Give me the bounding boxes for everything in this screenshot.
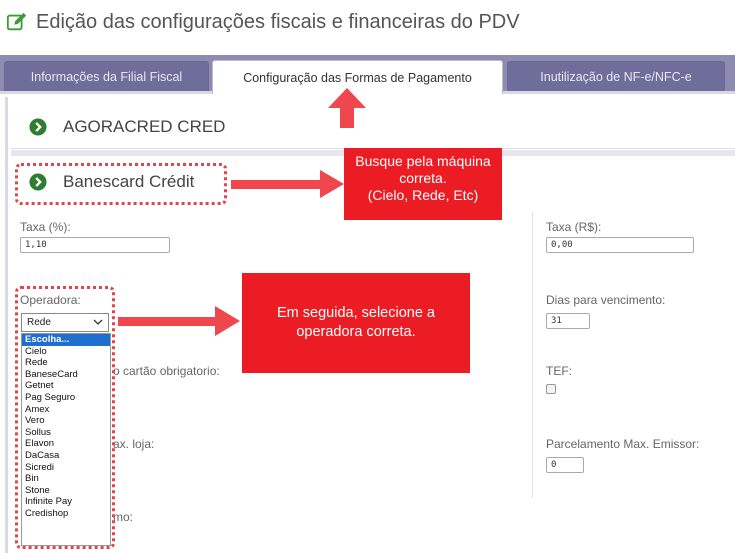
- section-agoracred[interactable]: AGORACRED CRED: [11, 105, 735, 149]
- callout-line: operadora correta.: [296, 324, 416, 340]
- callout-find-machine: Busque pela máquina correta. (Cielo, Red…: [344, 148, 502, 220]
- taxa-rs-label: Taxa (R$):: [546, 220, 602, 234]
- dias-vencimento-input[interactable]: 31: [546, 313, 590, 329]
- page-title: Edição das configurações fiscais e finan…: [36, 10, 520, 33]
- tab-label: Informações da Filial Fiscal: [30, 69, 183, 84]
- parcelamento-emissor-input[interactable]: 0: [546, 457, 584, 473]
- chevron-right-circle-icon: [29, 117, 47, 136]
- tef-label: TEF:: [546, 364, 572, 378]
- taxa-percent-input[interactable]: 1,10: [20, 237, 170, 253]
- taxa-rs-input[interactable]: 0,00: [546, 237, 694, 253]
- callout-line: correta.: [399, 170, 447, 186]
- cartao-obrigatorio-label: o cartão obrigatorio:: [113, 364, 220, 378]
- dias-vencimento-label: Dias para vencimento:: [546, 293, 666, 307]
- tab-formas-pagamento[interactable]: Configuração das Formas de Pagamento: [212, 60, 503, 94]
- page-header: Edição das configurações fiscais e finan…: [0, 0, 735, 44]
- callout-line: (Cielo, Rede, Etc): [367, 187, 479, 203]
- callout-select-operator: Em seguida, selecione a operadora corret…: [242, 273, 470, 373]
- callout-line: Busque pela máquina: [355, 153, 491, 169]
- parcelamento-loja-label: ax. loja:: [113, 437, 155, 451]
- taxa-percent-label: Taxa (%):: [20, 220, 71, 234]
- parcelamento-emissor-label: Parcelamento Max. Emissor:: [546, 437, 700, 451]
- section-label: AGORACRED CRED: [63, 116, 226, 136]
- highlight-operadora-box: [15, 286, 115, 549]
- tab-label: Configuração das Formas de Pagamento: [243, 70, 472, 85]
- tab-inutilizacao[interactable]: Inutilização de NF-e/NFC-e: [507, 61, 725, 91]
- truncated-field-label: mo:: [113, 510, 134, 524]
- column-divider: [532, 212, 533, 498]
- highlight-section-box: [15, 163, 227, 205]
- page: Edição das configurações fiscais e finan…: [0, 0, 735, 553]
- left-border: [5, 97, 8, 553]
- tef-checkbox[interactable]: [546, 384, 556, 394]
- callout-line: Em seguida, selecione a: [277, 305, 435, 321]
- tab-bar: Informações da Filial Fiscal Configuraçã…: [0, 55, 735, 94]
- tab-label: Inutilização de NF-e/NFC-e: [540, 69, 692, 84]
- tab-filial-fiscal[interactable]: Informações da Filial Fiscal: [4, 61, 209, 91]
- edit-icon: [6, 12, 27, 31]
